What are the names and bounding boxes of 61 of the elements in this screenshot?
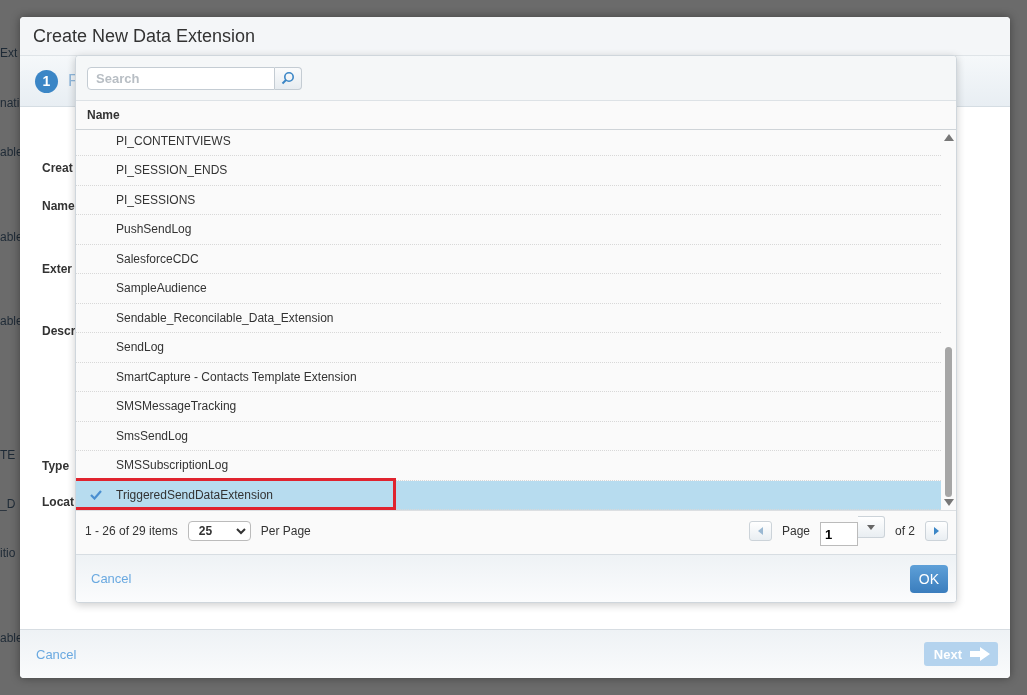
row-name: PI_CONTENTVIEWS <box>116 133 231 148</box>
scroll-up-icon[interactable] <box>943 134 954 141</box>
row-name: SendLog <box>116 340 165 355</box>
row-name: SmartCapture - Contacts Template Extension <box>116 369 357 384</box>
table-row[interactable]: PI_SESSIONS <box>76 185 941 215</box>
background-text: _D <box>0 497 16 511</box>
per-page-label: Per Page <box>260 524 311 538</box>
field-label: Exter <box>42 262 73 276</box>
arrow-icon <box>970 647 990 661</box>
row-name: SMSSubscriptionLog <box>116 458 229 473</box>
caret-icon <box>867 524 875 530</box>
row-name: TriggeredSendDataExtension <box>116 487 273 502</box>
background-text: itio <box>0 546 16 560</box>
row-name: PushSendLog <box>116 222 192 237</box>
search-field[interactable]: Search <box>87 66 275 90</box>
step-number: 1 <box>35 69 58 93</box>
search-button[interactable] <box>275 66 302 90</box>
page-dropdown-button[interactable] <box>858 516 885 538</box>
table-row[interactable]: SMSSubscriptionLog <box>76 451 941 481</box>
background-text: TE <box>0 448 16 462</box>
table-row[interactable]: TriggeredSendDataExtension <box>76 480 941 510</box>
next-page-button[interactable] <box>925 521 948 541</box>
check-icon <box>90 489 102 500</box>
page-total: of 2 <box>895 524 915 538</box>
table-row[interactable]: SmartCapture - Contacts Template Extension <box>76 362 941 392</box>
row-name: PI_SESSION_ENDS <box>116 163 228 178</box>
table-row[interactable]: SMSMessageTracking <box>76 392 941 422</box>
dialog-title: Create New Data Extension <box>33 25 256 47</box>
row-name: Sendable_Reconcilable_Data_Extension <box>116 310 334 325</box>
per-page-select[interactable]: 25 <box>187 521 251 541</box>
triangle-right-icon <box>934 527 939 535</box>
table-row[interactable]: PushSendLog <box>76 215 941 245</box>
row-name: SmsSendLog <box>116 428 189 443</box>
field-label: Creat <box>42 161 73 175</box>
page-label: Page <box>781 524 810 538</box>
scroll-down-icon[interactable] <box>943 499 954 506</box>
table-row[interactable]: SmsSendLog <box>76 421 941 451</box>
table-row[interactable]: SampleAudience <box>76 274 941 304</box>
item-count: 1 - 26 of 29 items <box>85 524 178 538</box>
background-text: Ext <box>0 46 18 60</box>
background-text: nati <box>0 96 20 110</box>
column-header[interactable]: Name <box>87 108 120 122</box>
table-row[interactable]: PI_SESSION_ENDS <box>76 156 941 186</box>
scrollbar-thumb[interactable] <box>945 347 952 497</box>
field-label: Name <box>42 199 75 213</box>
triangle-left-icon <box>757 527 763 535</box>
field-label: Descr <box>42 324 76 338</box>
row-name: SalesforceCDC <box>116 251 199 266</box>
row-name: SMSMessageTracking <box>116 399 237 414</box>
row-name: PI_SESSIONS <box>116 192 196 207</box>
table-row[interactable]: Sendable_Reconcilable_Data_Extension <box>76 303 941 333</box>
field-label: Type <box>42 459 70 473</box>
page-input[interactable]: 1 <box>820 522 858 546</box>
table-row[interactable]: PI_CONTENTVIEWS <box>76 130 941 156</box>
previous-page-button[interactable] <box>748 521 772 541</box>
row-name: SampleAudience <box>116 281 207 296</box>
chevron-down-icon <box>235 527 246 535</box>
table-row[interactable]: SendLog <box>76 333 941 363</box>
search-icon <box>281 71 295 85</box>
table-row[interactable]: SalesforceCDC <box>76 244 941 274</box>
field-label: Locat <box>42 495 74 509</box>
